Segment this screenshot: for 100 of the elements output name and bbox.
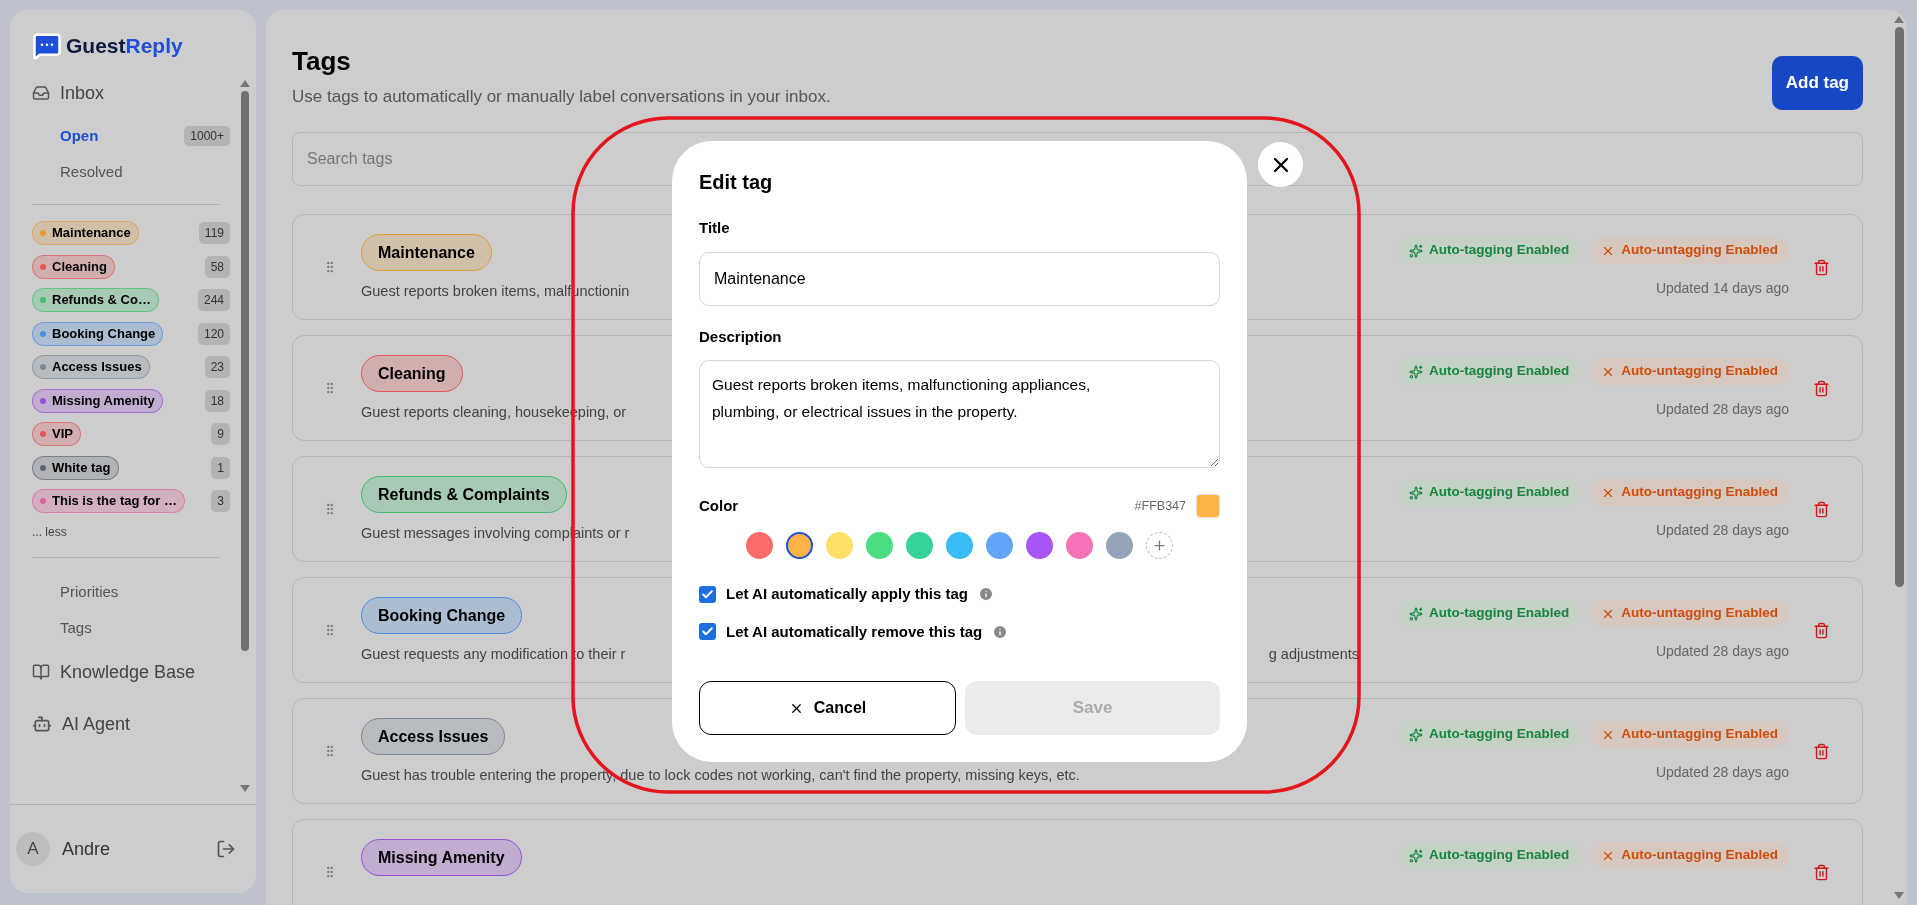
color-swatch[interactable] [826,532,853,559]
plus-icon [1152,538,1167,553]
updated-time: Updated 28 days ago [1655,642,1789,661]
count-badge: 9 [211,423,230,445]
description-input[interactable]: Guest reports broken items, malfunctioning appliances, plumbing, or electrical issues in the property. [699,360,1220,468]
delete-icon[interactable] [1813,258,1830,276]
checkbox[interactable] [699,623,716,641]
color-swatch[interactable] [746,532,773,559]
updated-time: Updated 14 days ago [1655,279,1789,298]
sparkle-icon [1409,364,1424,379]
scrollbar[interactable] [240,80,250,792]
tag-chip[interactable]: Booking Change [32,321,164,346]
book-icon [32,663,50,681]
show-less-link[interactable]: ... less [32,523,67,541]
tag-chip[interactable]: Cleaning [32,254,115,279]
color-swatch[interactable] [1026,532,1053,559]
info-icon[interactable] [992,623,1009,640]
tag-pill: Cleaning [361,355,463,392]
auto-untagging-badge: Auto-untagging Enabled [1590,479,1789,506]
title-input[interactable]: Maintenance [699,251,1220,306]
user-avatar[interactable]: A [16,832,50,866]
nav-label[interactable]: Knowledge Base [60,658,196,686]
auto-untagging-badge: Auto-untagging Enabled [1590,721,1789,748]
color-swatch[interactable] [906,532,933,559]
tag-pill: Access Issues [361,718,506,755]
auto-tagging-badge: Auto-tagging Enabled [1398,237,1581,264]
tag-chip[interactable]: White tag [32,455,119,480]
field-label: Description [699,326,783,347]
page-title: Tags [292,45,352,78]
field-label: Color [699,495,739,516]
updated-time: Updated 28 days ago [1655,400,1789,419]
auto-untagging-badge: Auto-untagging Enabled [1590,600,1789,627]
color-preview[interactable] [1196,494,1220,518]
add-tag-button[interactable]: Add tag [1771,56,1863,110]
sparkle-icon [1409,606,1424,621]
user-name: Andre [62,837,112,861]
count-badge: 119 [198,222,230,244]
delete-icon[interactable] [1813,863,1830,881]
page-subtitle: Use tags to automatically or manually label conversations in your inbox. [292,86,831,108]
count-badge: 18 [204,389,230,412]
info-icon[interactable] [978,586,994,603]
sparkle-icon [1409,848,1424,863]
count-badge: 3 [211,490,230,512]
color-swatch[interactable] [1066,532,1093,559]
sparkle-icon [1409,485,1424,500]
auto-tagging-badge: Auto-tagging Enabled [1398,721,1581,748]
delete-icon[interactable] [1813,621,1830,639]
auto-tagging-badge: Auto-tagging Enabled [1398,479,1581,506]
sparkle-icon [1409,243,1424,258]
check-icon [701,587,714,601]
count-badge: 58 [204,255,230,278]
brand-name: GuestReply [66,33,183,60]
updated-time: Updated 28 days ago [1655,521,1789,540]
color-swatch[interactable] [986,532,1013,559]
count-badge: 244 [197,289,230,311]
color-swatch[interactable] [946,532,973,559]
nav-label[interactable]: AI Agent [62,710,131,738]
color-swatch[interactable] [1106,532,1133,559]
tag-pill: Missing Amenity [361,839,522,876]
nav-sub-item[interactable]: Priorities [32,574,119,610]
auto-tagging-badge: Auto-tagging Enabled [1398,600,1581,627]
checkbox-label[interactable]: Let AI automatically remove this tag [726,620,983,643]
count-badge: 1 [211,456,230,479]
field-label: Title [699,218,731,238]
color-hex: #FFB347 [1134,497,1186,515]
inbox-item[interactable]: Open 1000+ [32,118,240,154]
auto-untagging-badge: Auto-untagging Enabled [1590,842,1789,869]
logout-icon[interactable] [216,839,236,859]
count-badge: 120 [197,322,230,345]
tag-chip[interactable]: Access Issues [32,355,150,379]
delete-icon[interactable] [1813,379,1830,397]
nav-label[interactable]: Inbox [60,79,105,107]
delete-icon[interactable] [1813,500,1830,518]
cancel-button[interactable]: Cancel [699,681,956,735]
tag-description: Guest has trouble entering the property, due to lock codes not working, can't find the property, missing keys, etc. [361,766,1080,785]
count-badge: 23 [204,356,230,378]
checkbox[interactable] [699,585,716,603]
tag-chip[interactable]: Maintenance [32,221,139,245]
tag-pill: Maintenance [361,234,492,271]
robot-icon [32,714,52,734]
tag-chip[interactable]: VIP [32,422,81,446]
auto-tagging-badge: Auto-tagging Enabled [1398,842,1581,869]
tag-pill: Refunds & Complaints [361,476,567,513]
tag-pill: Booking Change [361,597,523,634]
tag-chip[interactable]: Refunds & Co… [32,288,159,312]
delete-icon[interactable] [1813,742,1830,760]
color-swatch[interactable] [866,532,893,559]
checkbox-label[interactable]: Let AI automatically apply this tag [726,583,968,606]
tag-chip[interactable]: Missing Amenity [32,388,163,413]
auto-untagging-badge: Auto-untagging Enabled [1590,358,1789,385]
inbox-item[interactable]: Resolved [32,154,240,190]
dialog-title: Edit tag [699,170,774,195]
nav-sub-item[interactable]: Tags [32,610,92,646]
auto-untagging-badge: Auto-untagging Enabled [1590,237,1789,264]
updated-time: Updated 28 days ago [1655,763,1789,782]
auto-tagging-badge: Auto-tagging Enabled [1398,358,1581,385]
color-swatch[interactable] [786,532,813,559]
tag-chip[interactable]: This is the tag for … [32,489,185,513]
count-badge: 1000+ [184,126,230,146]
inbox-icon [32,84,50,102]
